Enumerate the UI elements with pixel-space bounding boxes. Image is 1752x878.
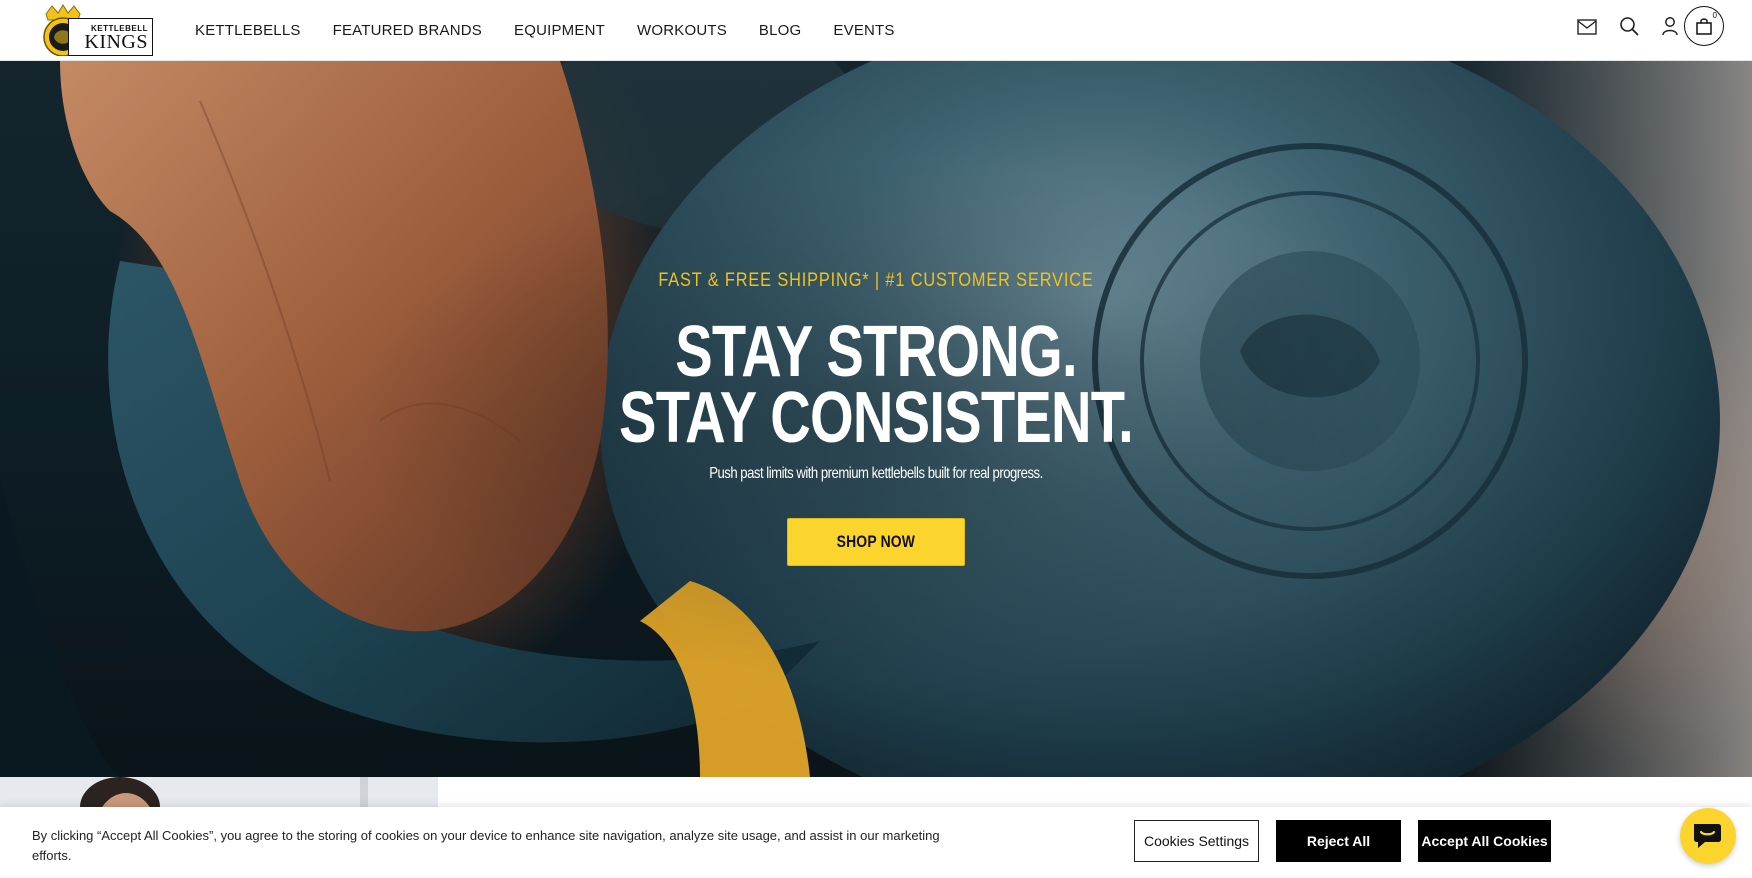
cookies-settings-button[interactable]: Cookies Settings [1134,820,1259,862]
mail-icon[interactable] [1576,16,1598,38]
shop-now-label: SHOP NOW [836,532,916,551]
cart-count-badge: 0 [1712,11,1717,20]
accept-all-cookies-button[interactable]: Accept All Cookies [1418,820,1551,862]
cart-button[interactable]: 0 [1684,6,1724,46]
nav-item-workouts[interactable]: WORKOUTS [637,22,727,39]
cookie-consent-text: By clicking “Accept All Cookies”, you ag… [32,828,940,863]
brand-logo[interactable]: KETTLEBELL KINGS [40,4,153,57]
chat-bubble-icon [1694,824,1721,848]
search-icon[interactable] [1618,15,1640,37]
nav-item-equipment[interactable]: EQUIPMENT [514,22,605,39]
nav-item-blog[interactable]: BLOG [759,22,801,39]
hero-eyebrow: FAST & FREE SHIPPING* | #1 CUSTOMER SERV… [658,270,1094,291]
brand-wordmark-main: KINGS [84,30,148,53]
cookie-banner: By clicking “Accept All Cookies”, you ag… [0,807,1752,878]
reject-all-button[interactable]: Reject All [1276,820,1401,862]
main-nav: KETTLEBELLS FEATURED BRANDS EQUIPMENT WO… [195,0,927,60]
hero-subtitle: Push past limits with premium kettlebell… [709,465,1043,482]
chat-widget-button[interactable] [1680,808,1736,864]
hero-title: STAY STRONG. STAY CONSISTENT. [193,316,1560,454]
brand-wordmark: KETTLEBELL KINGS [68,18,153,56]
hero-banner: FAST & FREE SHIPPING* | #1 CUSTOMER SERV… [0,61,1752,777]
hero-title-line2: STAY CONSISTENT. [619,378,1134,458]
nav-item-events[interactable]: EVENTS [833,22,894,39]
shopping-bag-icon [1696,18,1712,35]
shop-now-button[interactable]: SHOP NOW [787,518,965,566]
user-icon[interactable] [1659,15,1681,37]
nav-item-kettlebells[interactable]: KETTLEBELLS [195,22,301,39]
nav-item-featured-brands[interactable]: FEATURED BRANDS [333,22,482,39]
site-header: KETTLEBELL KINGS KETTLEBELLS FEATURED BR… [0,0,1752,61]
